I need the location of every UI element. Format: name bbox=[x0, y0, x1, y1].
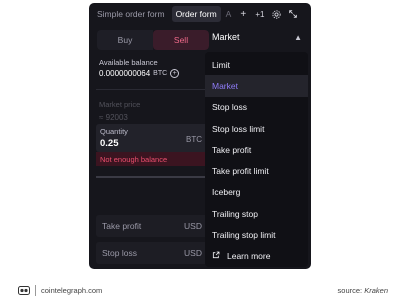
footer-site: cointelegraph.com bbox=[41, 286, 103, 295]
footer-divider bbox=[35, 285, 36, 296]
chevron-up-icon: ▲ bbox=[294, 32, 302, 42]
market-price-label: Market price bbox=[99, 100, 141, 109]
quantity-field[interactable]: Quantity 0.25 BTC bbox=[96, 124, 208, 152]
buy-button[interactable]: Buy bbox=[97, 30, 153, 50]
take-profit-field[interactable]: Take profit USD bbox=[96, 215, 208, 237]
menu-item-stop-loss-limit[interactable]: Stop loss limit bbox=[205, 118, 308, 139]
side-selector: Buy Sell bbox=[97, 30, 209, 50]
plus-circle-icon[interactable]: + bbox=[170, 69, 180, 78]
divider bbox=[96, 89, 208, 90]
learn-more-label: Learn more bbox=[227, 251, 271, 262]
available-balance-label: Available balance bbox=[99, 58, 158, 67]
menu-item-trailing-stop-limit[interactable]: Trailing stop limit bbox=[205, 224, 308, 245]
expand-icon[interactable] bbox=[286, 7, 300, 21]
external-link-icon bbox=[212, 251, 220, 261]
tab-truncated[interactable]: A bbox=[224, 6, 234, 22]
menu-item-take-profit-limit[interactable]: Take profit limit bbox=[205, 160, 308, 181]
sell-button[interactable]: Sell bbox=[153, 30, 209, 50]
screenshot-stage: Simple order form Order form A + +1 Buy … bbox=[0, 0, 400, 300]
error-message: Not enough balance bbox=[96, 152, 208, 166]
footer-source-prefix: source: bbox=[337, 286, 365, 295]
stop-loss-field[interactable]: Stop loss USD bbox=[96, 242, 208, 264]
footer-source-name: Kraken bbox=[364, 286, 388, 295]
menu-item-learn-more[interactable]: Learn more bbox=[205, 246, 308, 267]
menu-item-limit[interactable]: Limit bbox=[205, 54, 308, 75]
quantity-unit: BTC bbox=[186, 135, 202, 144]
take-profit-unit: USD bbox=[184, 221, 202, 231]
market-price: Market price ≈ 92003 bbox=[99, 100, 209, 122]
order-type-dropdown[interactable]: Market ▲ bbox=[206, 27, 308, 47]
plus-icon[interactable]: + bbox=[236, 7, 250, 21]
available-balance: Available balance 0.0000000064 BTC + bbox=[99, 58, 209, 78]
tab-order-form[interactable]: Order form bbox=[171, 6, 221, 22]
market-price-value: ≈ 92003 bbox=[99, 113, 128, 122]
order-type-selected: Market bbox=[212, 32, 240, 42]
take-profit-label: Take profit bbox=[102, 221, 142, 231]
menu-item-iceberg[interactable]: Iceberg bbox=[205, 182, 308, 203]
tab-count[interactable]: +1 bbox=[253, 10, 266, 19]
available-balance-unit: BTC bbox=[153, 70, 168, 77]
quantity-slider[interactable] bbox=[96, 176, 208, 178]
order-type-menu: Limit Market Stop loss Stop loss limit T… bbox=[205, 52, 308, 267]
menu-item-stop-loss[interactable]: Stop loss bbox=[205, 97, 308, 118]
tab-strip: Simple order form Order form A + +1 bbox=[89, 3, 311, 25]
available-balance-value: 0.0000000064 bbox=[99, 69, 151, 78]
menu-item-market[interactable]: Market bbox=[205, 75, 308, 97]
stop-loss-label: Stop loss bbox=[102, 248, 137, 258]
footer-source: source: Kraken bbox=[338, 286, 388, 295]
tab-simple-order-form[interactable]: Simple order form bbox=[93, 6, 169, 22]
stop-loss-unit: USD bbox=[184, 248, 202, 258]
gear-icon[interactable] bbox=[269, 7, 283, 21]
menu-item-trailing-stop[interactable]: Trailing stop bbox=[205, 203, 308, 224]
cointelegraph-logo-icon bbox=[18, 286, 30, 295]
menu-item-take-profit[interactable]: Take profit bbox=[205, 139, 308, 160]
